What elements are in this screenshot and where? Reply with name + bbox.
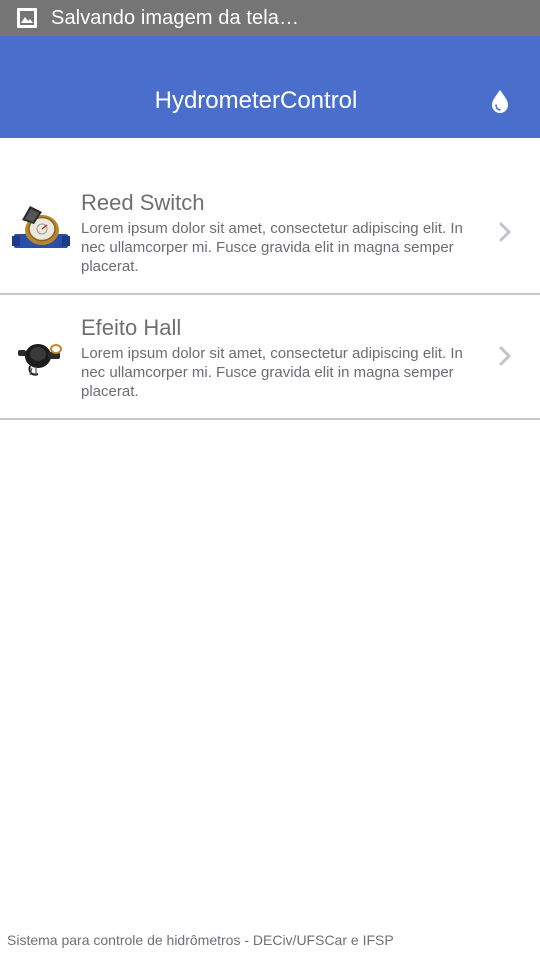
app-bar: HydrometerControl [0, 36, 540, 138]
water-drop-icon[interactable] [490, 88, 510, 114]
chevron-right-icon [498, 345, 512, 367]
app-title: HydrometerControl [154, 87, 358, 114]
image-icon [16, 7, 38, 29]
item-description: Lorem ipsum dolor sit amet, consectetur … [81, 345, 463, 400]
item-description: Lorem ipsum dolor sit amet, consectetur … [81, 220, 463, 275]
item-title: Efeito Hall [81, 315, 182, 340]
list-item-reed-switch[interactable]: Reed Switch Lorem ipsum dolor sit amet, … [0, 140, 540, 295]
chevron-right-icon [498, 221, 512, 243]
sensor-list: Reed Switch Lorem ipsum dolor sit amet, … [0, 140, 540, 420]
status-bar: Salvando imagem da tela… [0, 0, 540, 36]
item-title: Reed Switch [81, 190, 205, 215]
water-meter-icon [12, 202, 70, 260]
hall-sensor-icon [12, 328, 70, 386]
status-text: Salvando imagem da tela… [51, 6, 300, 29]
list-item-efeito-hall[interactable]: Efeito Hall Lorem ipsum dolor sit amet, … [0, 295, 540, 420]
footer-text: Sistema para controle de hidrômetros - D… [7, 932, 394, 948]
